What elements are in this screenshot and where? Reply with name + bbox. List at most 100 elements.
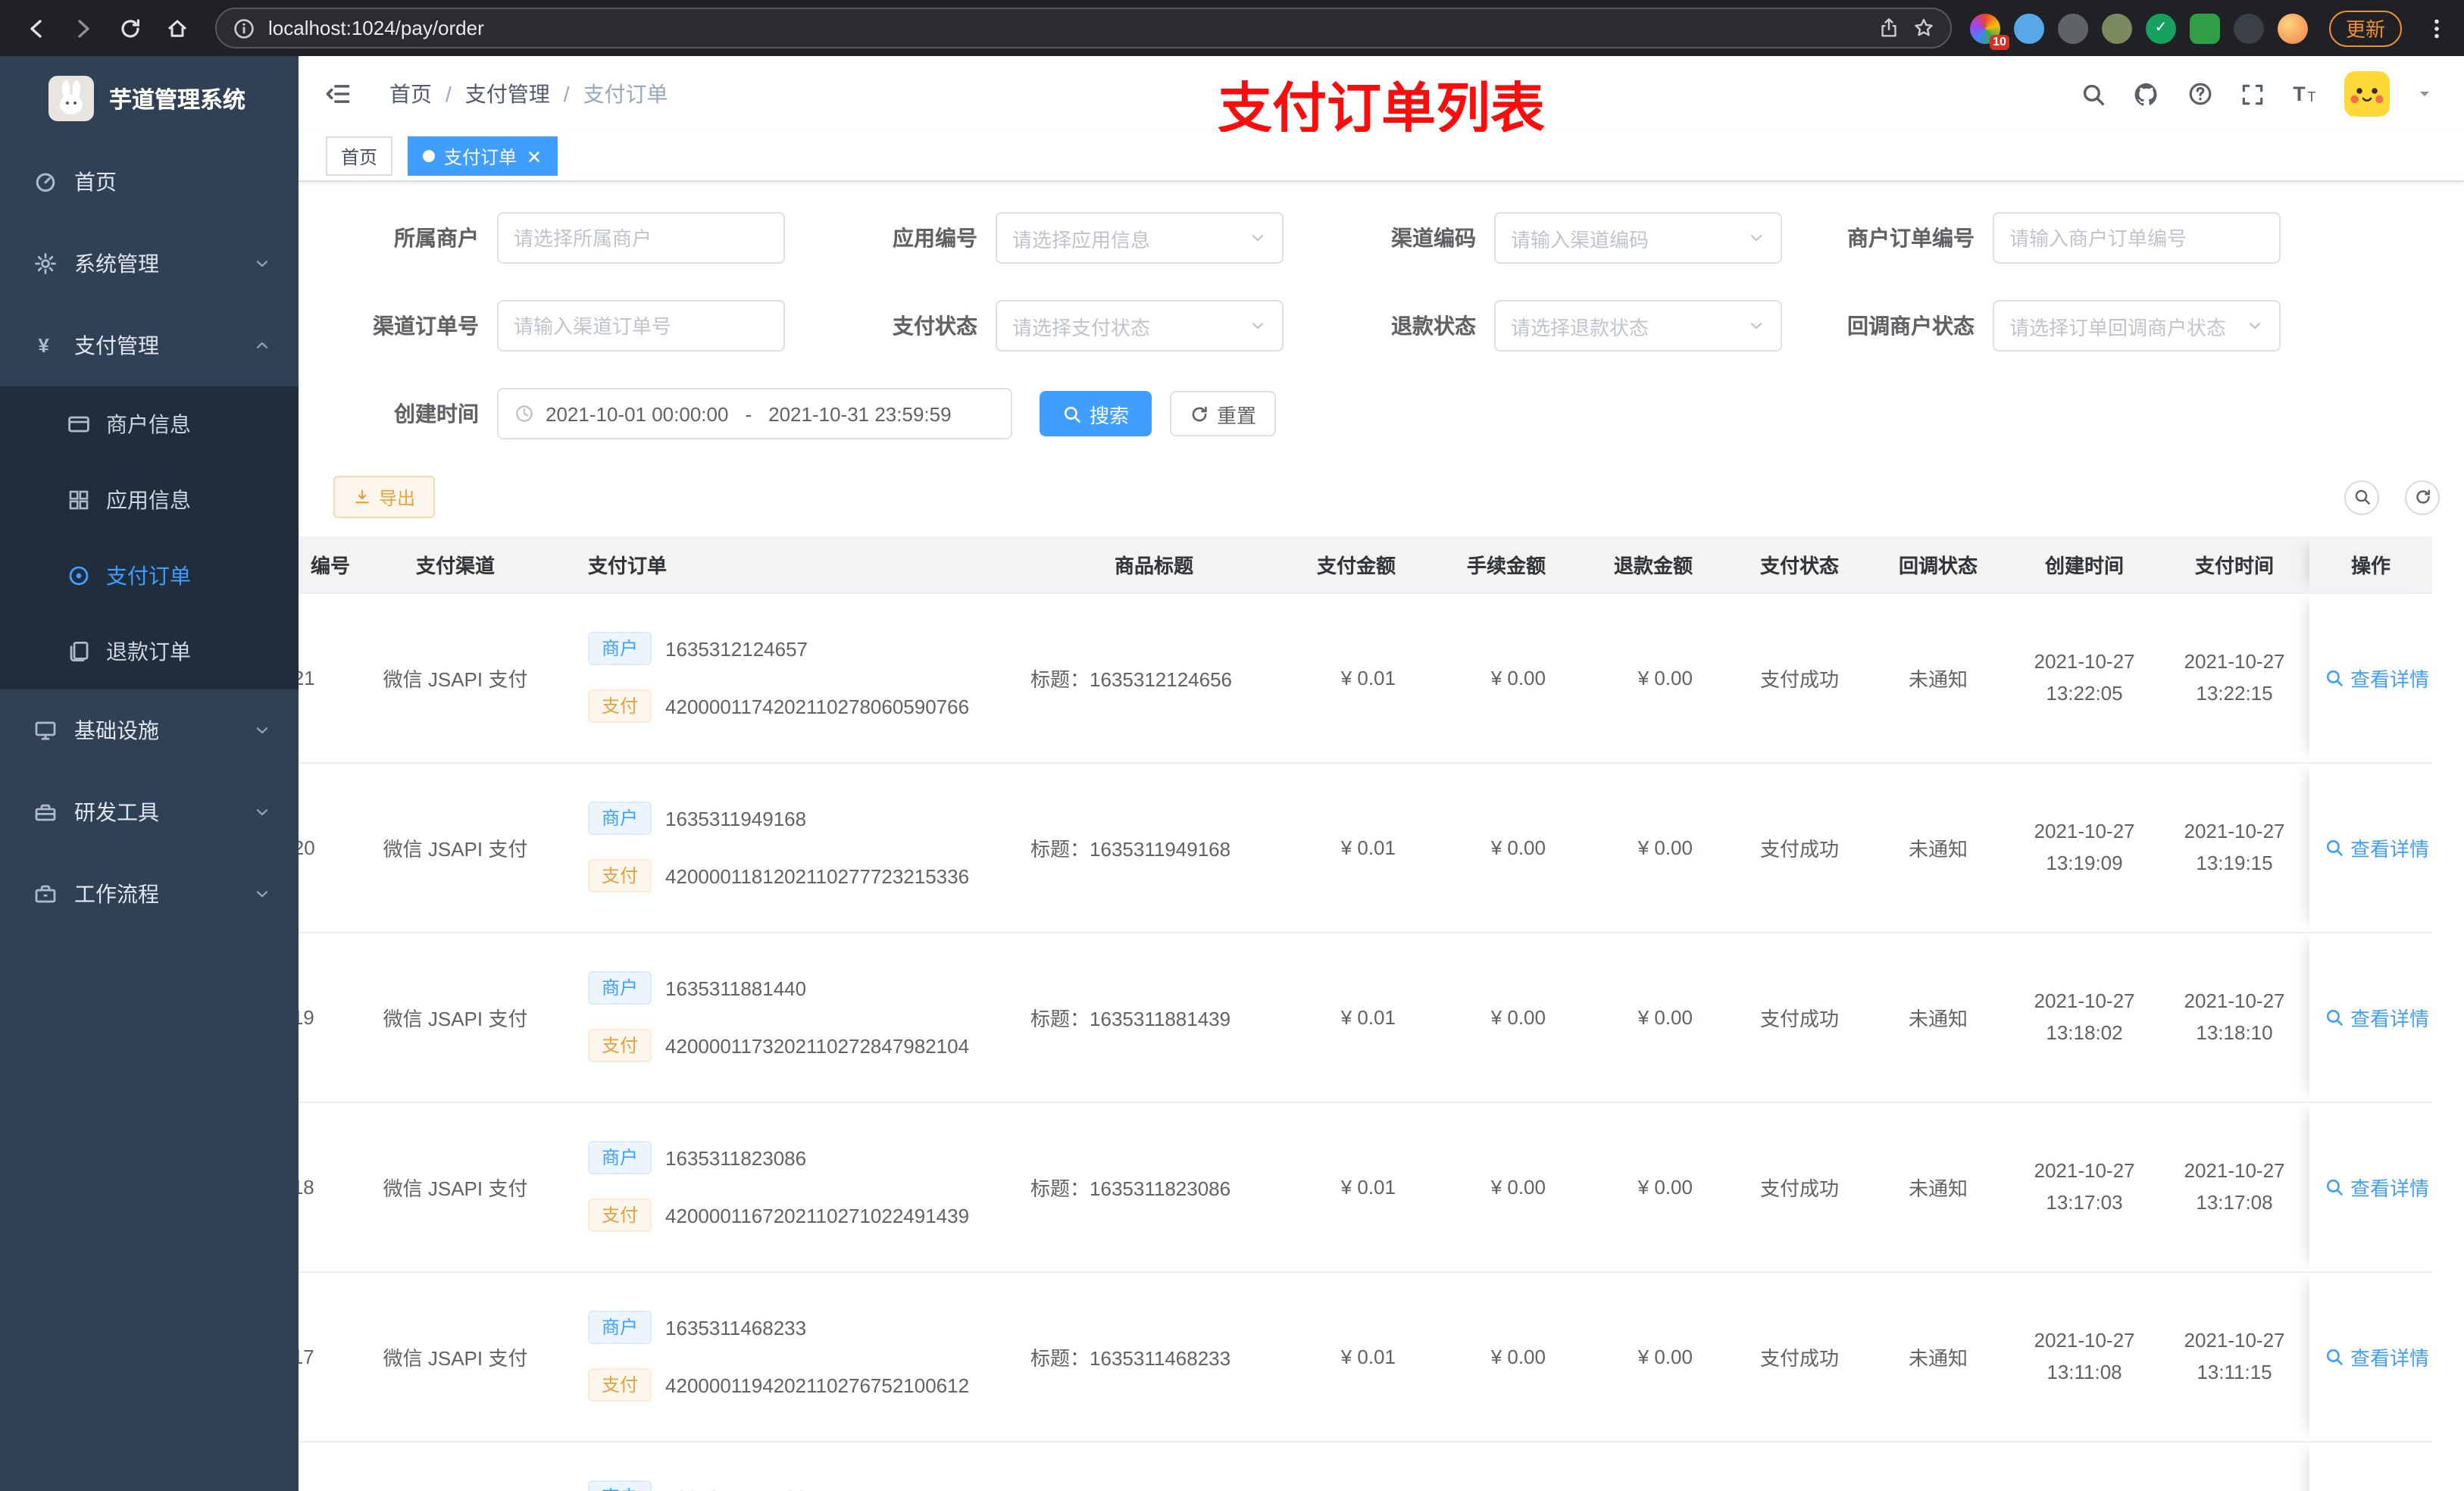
cell-action: 查看详情 [2309, 1441, 2432, 1491]
field-label: 所属商户 [394, 226, 479, 250]
merchant-order-no: 1635311517136 [665, 1486, 806, 1491]
chevron-down-icon [253, 255, 271, 273]
cell-amount: ¥ 0.01 [1302, 592, 1435, 763]
toggle-search-button[interactable] [2344, 480, 2379, 514]
export-button[interactable]: 导出 [333, 476, 436, 518]
extension-icon[interactable]: 10 [1969, 13, 2009, 49]
user-avatar[interactable] [2344, 71, 2390, 117]
view-detail-link[interactable]: 查看详情 [2325, 1002, 2429, 1031]
help-icon[interactable] [2187, 80, 2214, 108]
cell-create-time: 2021-10-27 13:18:02 [2009, 932, 2159, 1102]
extension-icon[interactable] [2233, 13, 2264, 43]
tags-view-bar: 首页 支付订单 [299, 132, 2464, 182]
breadcrumb-pay[interactable]: 支付管理 [465, 79, 550, 109]
search-icon[interactable] [2081, 81, 2106, 107]
browser-menu-icon[interactable] [2425, 16, 2449, 40]
pay-order-no: 4200001194202110276752100612 [665, 1374, 970, 1396]
fullscreen-icon[interactable] [2240, 81, 2265, 107]
site-info-icon[interactable] [232, 16, 256, 40]
search-icon [2353, 488, 2371, 506]
back-button[interactable] [15, 8, 56, 48]
table-row: 121 微信 JSAPI 支付 商户 1635312124657 支 [299, 592, 2432, 763]
pay-order-no: 4200001174202110278060590766 [665, 695, 970, 717]
cell-amount: ¥ 0.01 [1302, 762, 1435, 933]
merchant-order-no-input[interactable] [1993, 212, 2281, 264]
app-select[interactable]: 请选择应用信息 [996, 212, 1284, 264]
cell-status: 支付成功 [1732, 592, 1867, 763]
cell-channel: 微信 JSAPI 支付 [359, 932, 552, 1102]
reset-button[interactable]: 重置 [1170, 391, 1276, 436]
cell-order: 商户 1635311823086 支付 42000011672021102710… [552, 1102, 1006, 1272]
chevron-down-icon [1249, 317, 1267, 335]
notify-status-select[interactable]: 请选择订单回调商户状态 [1993, 300, 2281, 352]
pay-tag: 支付 [588, 1029, 652, 1062]
view-detail-link[interactable]: 查看详情 [2325, 833, 2429, 861]
search-icon [1062, 404, 1082, 424]
table-toolbar: 导出 [333, 476, 2440, 518]
github-icon[interactable] [2132, 80, 2161, 108]
cell-status [1732, 1441, 1867, 1491]
extension-icon[interactable] [2013, 13, 2044, 43]
bookmark-star-icon[interactable] [1912, 17, 1935, 39]
forward-button[interactable] [62, 8, 103, 48]
browser-update-button[interactable]: 更新 [2328, 10, 2402, 46]
create-time-range-picker[interactable]: 2021-10-01 00:00:00 - 2021-10-31 23:59:5… [497, 388, 1012, 439]
magnifier-icon [2325, 667, 2344, 687]
sidebar-item-workflow[interactable]: 工作流程 [0, 853, 299, 935]
view-detail-link[interactable]: 查看详情 [2325, 663, 2429, 692]
sidebar-toggle-icon[interactable] [324, 80, 352, 108]
sidebar-item-infra[interactable]: 基础设施 [0, 689, 299, 771]
cell-notify: 未通知 [1867, 592, 2009, 763]
search-button[interactable]: 搜索 [1040, 391, 1152, 436]
cell-notify: 未通知 [1867, 1271, 2009, 1442]
breadcrumb: 首页 / 支付管理 / 支付订单 [389, 79, 668, 109]
pay-status-select[interactable]: 请选择支付状态 [996, 300, 1284, 352]
sidebar-item-merchant-info[interactable]: 商户信息 [0, 386, 299, 462]
cell-refund [1585, 1441, 1732, 1491]
merchant-input[interactable] [497, 212, 785, 264]
sidebar-item-pay[interactable]: 支付管理 [0, 305, 299, 386]
channel-code-select[interactable]: 请输入渠道编码 [1494, 212, 1782, 264]
profile-avatar[interactable] [2277, 13, 2308, 43]
cell-pay-time: 2021-10-27 13:19:15 [2159, 762, 2309, 933]
cell-title: 标题：1635311468233 [1006, 1271, 1302, 1442]
avatar-caret-icon[interactable] [2416, 85, 2434, 103]
extension-icon[interactable] [2101, 13, 2132, 43]
refresh-list-button[interactable] [2405, 480, 2440, 514]
url-bar[interactable]: localhost:1024/pay/order [215, 8, 1952, 48]
pay-order-no: 4200001181202110277723215336 [665, 864, 970, 887]
cell-amount: ¥ 0.01 [1302, 932, 1435, 1102]
sidebar-item-pay-order[interactable]: 支付订单 [0, 538, 299, 614]
tab-home[interactable]: 首页 [326, 136, 393, 176]
view-detail-link[interactable]: 查看详情 [2325, 1342, 2429, 1371]
channel-order-no-input[interactable] [497, 300, 785, 352]
sidebar-item-home[interactable]: 首页 [0, 141, 299, 223]
sidebar-item-system[interactable]: 系统管理 [0, 223, 299, 305]
sidebar-item-app-info[interactable]: 应用信息 [0, 462, 299, 538]
extension-icon[interactable] [2057, 13, 2088, 43]
extension-icon[interactable]: ✓ [2145, 13, 2176, 43]
chevron-down-icon [253, 803, 271, 821]
cell-pay-time: 2021-10-27 13:17:08 [2159, 1102, 2309, 1272]
tab-pay-order[interactable]: 支付订单 [408, 136, 558, 176]
cell-fee: ¥ 0.00 [1435, 592, 1585, 763]
field-label: 商户订单编号 [1847, 226, 1975, 250]
cell-create-time: 2021-10-27 13:19:09 [2009, 762, 2159, 933]
cell-id: 120 [299, 762, 359, 933]
refund-status-select[interactable]: 请选择退款状态 [1494, 300, 1782, 352]
font-size-icon[interactable] [2291, 80, 2319, 108]
reload-button[interactable] [109, 8, 150, 48]
field-label: 创建时间 [394, 402, 479, 426]
col-amount: 支付金额 [1302, 536, 1435, 593]
sidebar-item-refund-order[interactable]: 退款订单 [0, 614, 299, 689]
extension-icon[interactable] [2189, 13, 2220, 43]
briefcase-icon [33, 882, 58, 906]
home-button[interactable] [156, 8, 197, 48]
close-icon[interactable] [526, 148, 543, 164]
view-detail-link[interactable]: 查看详情 [2325, 1172, 2429, 1201]
breadcrumb-home[interactable]: 首页 [389, 79, 432, 109]
col-id: 编号 [299, 536, 359, 593]
share-icon[interactable] [1878, 17, 1900, 39]
sidebar-item-dev-tools[interactable]: 研发工具 [0, 771, 299, 853]
cell-pay-time [2159, 1441, 2309, 1491]
